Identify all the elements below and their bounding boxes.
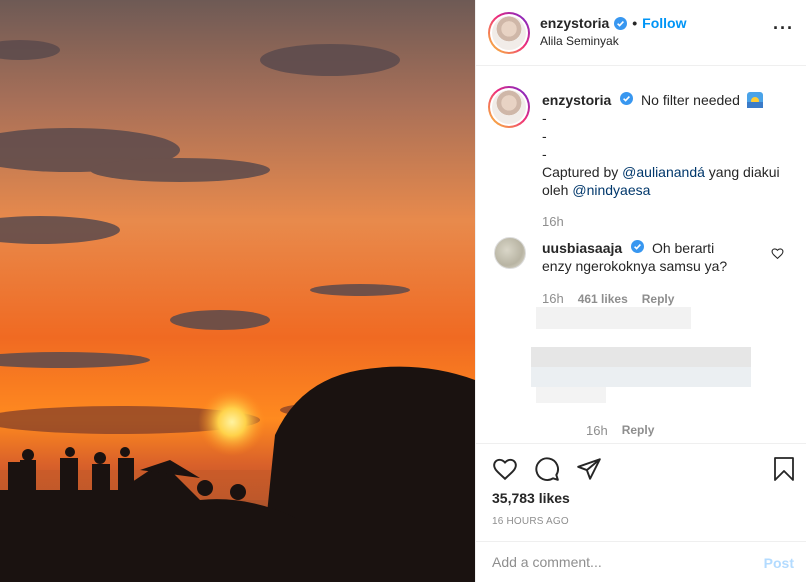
blurred-comment bbox=[536, 307, 691, 329]
commenter-username[interactable]: uusbiasaaja bbox=[542, 240, 622, 256]
post-timestamp[interactable]: 16 HOURS AGO bbox=[492, 516, 569, 527]
sunrise-emoji-icon bbox=[746, 92, 763, 108]
share-paper-plane-icon[interactable] bbox=[576, 456, 602, 482]
post-photo[interactable] bbox=[0, 0, 475, 582]
comment2-reply-button[interactable]: Reply bbox=[622, 423, 655, 438]
caption-timestamp[interactable]: 16h bbox=[542, 214, 564, 229]
caption-username[interactable]: enzystoria bbox=[542, 92, 611, 108]
blurred-comment bbox=[536, 387, 606, 403]
caption: enzystoria No filter needed - - - Captur… bbox=[542, 91, 792, 199]
comment-bubble-icon[interactable] bbox=[534, 456, 560, 482]
comment2-timestamp[interactable]: 16h bbox=[586, 423, 608, 438]
add-comment-input[interactable] bbox=[492, 554, 742, 570]
comment2-meta: 16h Reply bbox=[586, 423, 654, 438]
comment-body: uusbiasaaja Oh berarti enzy ngerokoknya … bbox=[542, 239, 742, 275]
blurred-comment bbox=[531, 347, 751, 369]
caption-dash-1: - bbox=[542, 110, 547, 126]
more-options-icon[interactable]: ··· bbox=[773, 19, 794, 37]
comment-meta: 16h 461 likes Reply bbox=[542, 291, 674, 306]
author-username[interactable]: enzystoria bbox=[540, 15, 609, 31]
blurred-comment bbox=[531, 367, 751, 387]
post-actions: 35,783 likes 16 HOURS AGO bbox=[476, 443, 806, 541]
separator-dot: • bbox=[632, 15, 638, 31]
location-link[interactable]: Alila Seminyak bbox=[540, 34, 619, 48]
like-heart-icon[interactable] bbox=[492, 456, 518, 482]
likes-count[interactable]: 35,783 likes bbox=[492, 490, 570, 506]
comment-composer: Post bbox=[476, 541, 806, 582]
verified-badge-icon bbox=[614, 16, 628, 30]
mention-nindyaesa[interactable]: @nindyaesa bbox=[572, 182, 650, 198]
verified-badge-icon bbox=[631, 240, 645, 253]
verified-badge-icon bbox=[620, 92, 634, 105]
save-bookmark-icon[interactable] bbox=[772, 456, 796, 482]
caption-dash-3: - bbox=[542, 146, 547, 162]
caption-dash-2: - bbox=[542, 128, 547, 144]
mention-aulianandá[interactable]: @aulianandá bbox=[622, 164, 705, 180]
follow-button[interactable]: Follow bbox=[642, 15, 686, 31]
caption-captured-prefix: Captured by bbox=[542, 164, 619, 180]
caption-avatar[interactable] bbox=[488, 86, 530, 128]
comment-timestamp[interactable]: 16h bbox=[542, 291, 564, 306]
post-header: enzystoria • Follow Alila Seminyak ··· bbox=[476, 0, 806, 66]
comments-section[interactable]: enzystoria No filter needed - - - Captur… bbox=[476, 67, 806, 442]
post-comment-button[interactable]: Post bbox=[764, 555, 794, 571]
like-comment-heart-icon[interactable] bbox=[771, 247, 784, 260]
author-row: enzystoria • Follow bbox=[540, 15, 686, 31]
post-panel: enzystoria • Follow Alila Seminyak ··· e… bbox=[475, 0, 806, 582]
author-avatar[interactable] bbox=[488, 12, 530, 54]
comment-likes[interactable]: 461 likes bbox=[578, 292, 628, 306]
caption-line1: No filter needed bbox=[641, 92, 740, 108]
commenter-avatar[interactable] bbox=[494, 237, 526, 269]
comment-reply-button[interactable]: Reply bbox=[642, 292, 675, 306]
